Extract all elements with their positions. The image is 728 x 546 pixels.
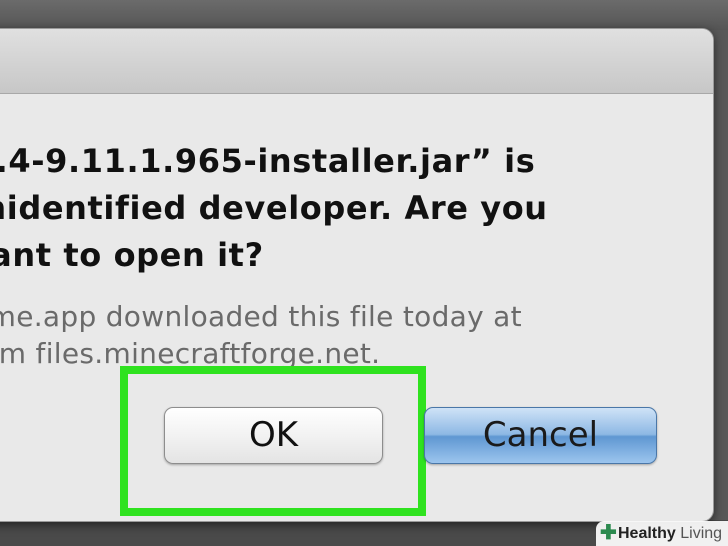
background-window-top [0,0,728,30]
message-line: want to open it? [0,236,264,274]
plus-cross-icon: ✚ [600,522,617,544]
watermark-logo: ✚Healthy Living [596,521,728,546]
info-line: rome.app downloaded this file today at [0,300,522,333]
cancel-button[interactable]: Cancel [424,407,657,464]
watermark-brand-light: Living [680,525,723,542]
watermark-brand-bold: Healthy [618,525,676,542]
dialog-message: .6.4-9.11.1.965-installer.jar” is uniden… [0,138,620,279]
message-line: unidentified developer. Are you [0,189,548,227]
ok-button[interactable]: OK [164,407,383,464]
dialog-titlebar [0,29,713,94]
screen: .6.4-9.11.1.965-installer.jar” is uniden… [0,0,728,546]
dialog-info-text: rome.app downloaded this file today at f… [0,298,620,372]
message-line: .6.4-9.11.1.965-installer.jar” is [0,142,536,180]
